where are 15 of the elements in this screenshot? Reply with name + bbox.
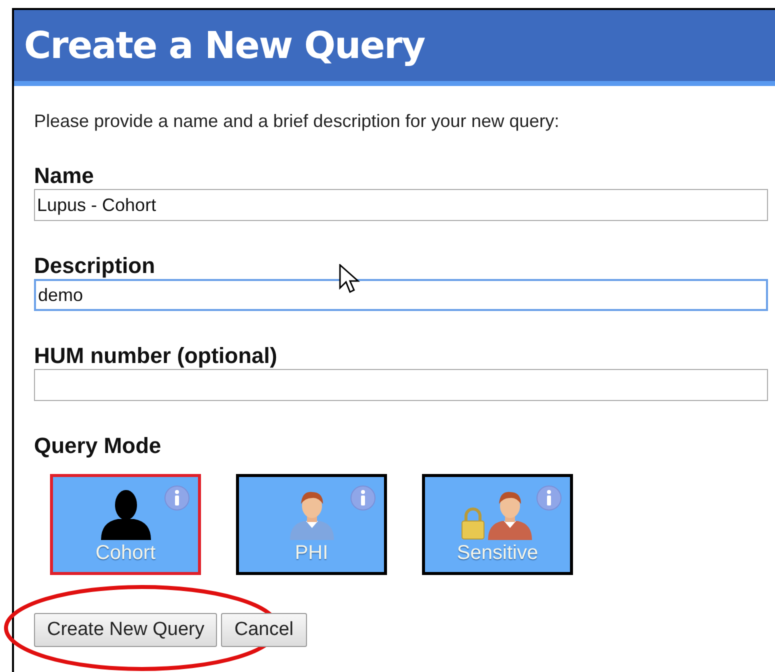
info-icon[interactable]	[350, 485, 376, 511]
mouse-cursor-icon	[339, 264, 361, 296]
intro-text: Please provide a name and a brief description for your new query:	[34, 110, 560, 133]
input-field[interactable]: demo	[34, 279, 768, 311]
input-field[interactable]	[34, 369, 768, 401]
field-label: Name	[34, 163, 95, 189]
input-field[interactable]: Lupus - Cohort	[34, 189, 768, 221]
dialog-title: Create a New Query	[24, 22, 425, 69]
info-icon[interactable]	[536, 485, 562, 511]
action-button[interactable]: Cancel	[221, 613, 306, 647]
field-label: Description	[34, 253, 156, 279]
section-label: Query Mode	[34, 433, 162, 459]
info-icon[interactable]	[164, 485, 190, 511]
field-label: HUM number (optional)	[34, 343, 278, 369]
action-button[interactable]: Create New Query	[34, 613, 218, 647]
